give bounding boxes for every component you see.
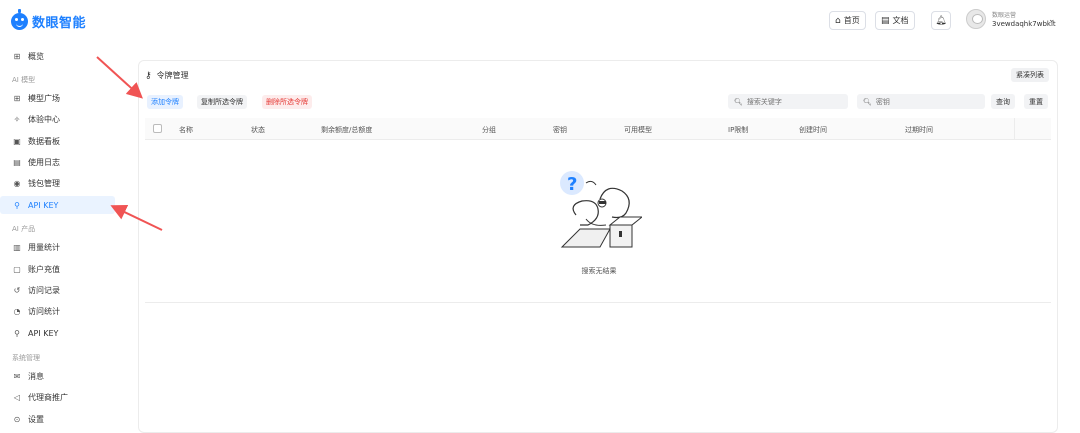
sidebar-item-label: 访问记录 — [28, 285, 60, 295]
keyword-search[interactable]: 🔍︎ — [728, 94, 848, 109]
page-title: 令牌管理 — [156, 71, 189, 80]
select-all-checkbox[interactable] — [153, 124, 162, 133]
reset-button[interactable]: 重置 — [1024, 94, 1048, 109]
sidebar-item-label: API KEY — [28, 200, 59, 210]
sparkle-icon: ✧ — [13, 114, 21, 124]
sidebar-item-label: 模型广场 — [28, 93, 60, 103]
sidebar-item-label: 访问统计 — [28, 306, 60, 316]
recharge-icon: ▢ — [13, 264, 21, 274]
column-header[interactable]: 剩余额度/总额度 — [321, 125, 372, 135]
sidebar-item-agent-promotion[interactable]: ◁ 代理商推广 — [0, 388, 115, 406]
sidebar-item-experience[interactable]: ✧ 体验中心 — [0, 110, 115, 128]
settings-icon: ⊙ — [13, 414, 21, 424]
table-bottom-divider — [145, 302, 1051, 303]
key-search-input[interactable] — [875, 97, 985, 106]
logo-text: 数眼智能 — [32, 16, 87, 31]
wallet-icon: ◉ — [13, 178, 21, 188]
sidebar-item-settings[interactable]: ⊙ 设置 — [0, 410, 115, 428]
sidebar-item-messages[interactable]: ✉ 消息 — [0, 367, 115, 385]
user-name: 3vewdaqhk7wbkit — [992, 20, 1056, 28]
dashboard-icon: ▣ — [13, 136, 21, 146]
sidebar-item-recharge[interactable]: ▢ 账户充值 — [0, 260, 115, 278]
top-header: 数眼智能 ⌂ 首页 ▤ 文档 🔔︎ 数眼运营 3vewdaqhk7wbkit ⌄ — [0, 0, 1080, 42]
sidebar-group-system: 系统管理 — [12, 354, 40, 362]
sidebar-group-ai-model: AI 模型 — [12, 76, 36, 84]
column-header[interactable]: 创建时间 — [799, 125, 827, 135]
bell-icon: 🔔︎ — [935, 15, 947, 26]
chevron-down-icon[interactable]: ⌄ — [1048, 15, 1056, 25]
sidebar-item-label: 消息 — [28, 371, 44, 381]
column-header[interactable]: IP限制 — [728, 125, 748, 135]
column-header[interactable]: 分组 — [482, 125, 496, 135]
sidebar-item-usage-stats[interactable]: ▥ 用量统计 — [0, 238, 115, 256]
column-header[interactable]: 状态 — [251, 125, 265, 135]
sidebar-item-label: 体验中心 — [28, 114, 60, 124]
sidebar-item-label: 代理商推广 — [28, 392, 68, 402]
sidebar-item-label: 使用日志 — [28, 157, 60, 167]
document-icon: ▤ — [881, 15, 890, 26]
sidebar-item-label: 账户充值 — [28, 264, 60, 274]
delete-selected-tokens-button[interactable]: 删除所选令牌 — [262, 95, 312, 109]
panel-header: ⚷ 令牌管理 — [145, 70, 189, 81]
sidebar-item-access-log[interactable]: ↺ 访问记录 — [0, 281, 115, 299]
query-button[interactable]: 查询 — [991, 94, 1015, 109]
avatar[interactable] — [966, 9, 986, 29]
home-button[interactable]: ⌂ 首页 — [829, 11, 866, 30]
log-icon: ▤ — [13, 157, 21, 167]
empty-search-illustration: ? — [560, 171, 642, 248]
keyword-search-input[interactable] — [746, 97, 848, 106]
logo-robot-icon — [11, 9, 28, 30]
docs-button[interactable]: ▤ 文档 — [875, 11, 915, 30]
sidebar-item-api-key[interactable]: ⚲ API KEY — [0, 196, 115, 214]
copy-selected-tokens-button[interactable]: 复制所选令牌 — [197, 95, 247, 109]
sidebar-item-label: API KEY — [28, 328, 59, 338]
svg-text:?: ? — [567, 174, 577, 195]
user-info[interactable]: 数眼运营 3vewdaqhk7wbkit — [992, 11, 1056, 29]
sidebar-item-label: 数据看板 — [28, 136, 60, 146]
mail-icon: ✉ — [13, 371, 21, 381]
sidebar-item-label: 概览 — [28, 51, 44, 61]
sidebar-item-api-key-product[interactable]: ⚲ API KEY — [0, 324, 115, 342]
sidebar-item-label: 用量统计 — [28, 242, 60, 252]
docs-label: 文档 — [892, 16, 909, 25]
sidebar-group-ai-product: AI 产品 — [12, 225, 36, 233]
chart-icon: ▥ — [13, 242, 21, 252]
search-icon: 🔍︎ — [734, 97, 743, 106]
sidebar-item-usage-log[interactable]: ▤ 使用日志 — [0, 153, 115, 171]
sidebar-item-label: 钱包管理 — [28, 178, 60, 188]
empty-state-text: 搜索无结果 — [581, 267, 617, 275]
notification-button[interactable]: 🔔︎ — [931, 11, 951, 30]
search-icon: 🔍︎ — [863, 97, 872, 106]
sidebar-item-label: 设置 — [28, 414, 44, 424]
megaphone-icon: ◁ — [13, 392, 21, 402]
table-header: 名称 状态 剩余额度/总额度 分组 密钥 可用模型 IP限制 创建时间 过期时间 — [145, 118, 1051, 140]
grid-icon: ⊞ — [13, 51, 21, 61]
compact-list-button[interactable]: 紧凑列表 — [1011, 68, 1049, 82]
column-header[interactable]: 可用模型 — [624, 125, 652, 135]
home-label: 首页 — [843, 16, 860, 25]
column-header[interactable]: 过期时间 — [905, 125, 933, 135]
column-header[interactable]: 名称 — [179, 125, 193, 135]
add-token-button[interactable]: 添加令牌 — [147, 95, 183, 109]
key-icon: ⚲ — [14, 328, 20, 338]
column-header[interactable]: 密钥 — [553, 125, 567, 135]
logo[interactable]: 数眼智能 — [11, 9, 87, 31]
user-role: 数眼运营 — [992, 12, 1017, 19]
sidebar-item-model-plaza[interactable]: ⊞ 模型广场 — [0, 89, 115, 107]
key-search[interactable]: 🔍︎ — [857, 94, 985, 109]
home-icon: ⌂ — [835, 15, 841, 26]
sidebar: ⊞ 概览 AI 模型 ⊞ 模型广场 ✧ 体验中心 ▣ 数据看板 ▤ 使用日志 ◉… — [0, 42, 122, 433]
sidebar-item-overview[interactable]: ⊞ 概览 — [0, 47, 115, 65]
token-management-panel: ⚷ 令牌管理 紧凑列表 添加令牌 复制所选令牌 删除所选令牌 🔍︎ 🔍︎ 查询 … — [138, 60, 1058, 433]
key-icon: ⚷ — [145, 70, 152, 81]
pie-icon: ◔ — [13, 306, 21, 316]
sidebar-item-wallet[interactable]: ◉ 钱包管理 — [0, 174, 115, 192]
grid-icon: ⊞ — [13, 93, 21, 103]
sidebar-item-dashboard[interactable]: ▣ 数据看板 — [0, 132, 115, 150]
sidebar-item-access-stats[interactable]: ◔ 访问统计 — [0, 302, 115, 320]
key-icon: ⚲ — [14, 200, 20, 210]
history-icon: ↺ — [13, 285, 21, 295]
column-divider — [1014, 118, 1015, 140]
